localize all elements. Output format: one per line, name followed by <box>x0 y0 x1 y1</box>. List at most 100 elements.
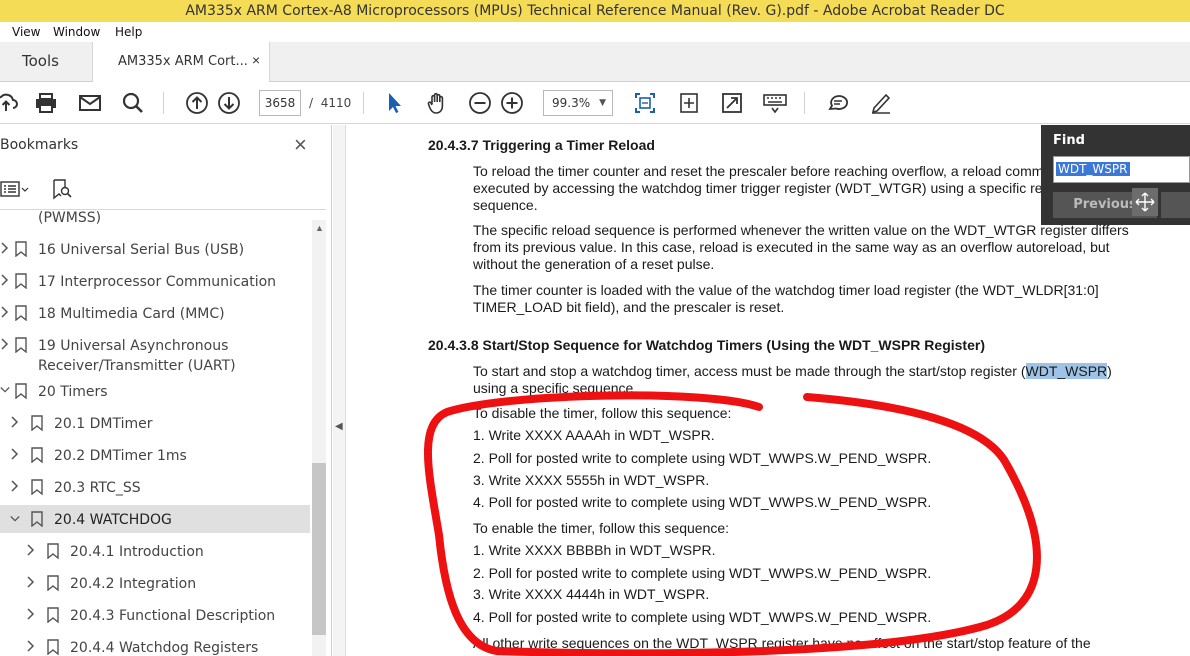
bookmark-item-functional-description[interactable]: 20.4.3 Functional Description <box>0 602 310 628</box>
bookmark-label: 20.4.1 Introduction <box>70 544 204 560</box>
bookmark-item-rtc-ss[interactable]: 20.3 RTC_SS <box>0 474 310 500</box>
find-title: Find <box>1053 133 1085 148</box>
bookmark-item-integration[interactable]: 20.4.2 Integration <box>0 570 310 596</box>
page-total: / 4110 <box>309 96 351 110</box>
bookmark-label: 20.4 WATCHDOG <box>54 512 172 528</box>
fullscreen-icon[interactable] <box>720 91 744 115</box>
zoom-select[interactable]: 99.3% ▼ <box>543 90 613 116</box>
find-input[interactable]: WDT_WSPR <box>1053 156 1190 183</box>
tab-document-label: AM335x ARM Cort... <box>118 54 248 69</box>
chevron-right-icon[interactable] <box>26 576 36 588</box>
bookmark-item-timers[interactable]: 20 Timers <box>0 378 310 404</box>
bookmarks-panel: Bookmarks × (PWMSS) 16 Universal Serial … <box>0 125 332 656</box>
bookmark-icon <box>47 607 59 623</box>
fit-page-icon[interactable] <box>633 91 657 115</box>
bookmark-item-ipc[interactable]: 17 Interprocessor Communication <box>0 268 310 294</box>
bookmark-icon <box>15 383 27 399</box>
tab-close-icon[interactable]: × <box>252 52 260 68</box>
bookmark-label: 20 Timers <box>38 384 108 400</box>
bookmark-label: (PWMSS) <box>38 210 102 226</box>
close-icon[interactable]: × <box>294 134 307 156</box>
chevron-right-icon[interactable] <box>0 274 10 286</box>
hand-icon[interactable] <box>425 91 449 115</box>
search-icon[interactable] <box>121 91 145 115</box>
menu-window[interactable]: Window <box>53 25 100 39</box>
print-icon[interactable] <box>34 91 58 115</box>
zoom-out-icon[interactable] <box>468 91 492 115</box>
keyboard-icon[interactable] <box>763 91 787 115</box>
find-bookmark-icon[interactable] <box>51 178 73 200</box>
bookmark-label: 20.3 RTC_SS <box>54 480 141 496</box>
bookmark-icon <box>15 305 27 321</box>
chevron-up-icon[interactable]: ▲ <box>315 223 324 233</box>
toolbar-divider <box>363 92 364 114</box>
move-cursor-icon <box>1132 188 1158 216</box>
page-number-input[interactable]: 3658 <box>259 90 301 116</box>
chevron-right-icon[interactable] <box>10 448 20 460</box>
chevron-right-icon[interactable] <box>26 640 36 652</box>
bookmark-icon <box>47 639 59 655</box>
bookmark-item-watchdog-registers[interactable]: 20.4.4 Watchdog Registers <box>0 634 310 656</box>
bookmark-label-line2: Receiver/Transmitter (UART) <box>38 358 236 374</box>
bookmark-item-mmc[interactable]: 18 Multimedia Card (MMC) <box>0 300 310 326</box>
tab-bar: Tools AM335x ARM Cort... × <box>0 42 1190 82</box>
bookmark-icon <box>15 337 27 353</box>
chevron-right-icon[interactable] <box>26 544 36 556</box>
sign-icon[interactable] <box>869 91 893 115</box>
bookmark-item-watchdog[interactable]: 20.4 WATCHDOG <box>0 505 310 533</box>
bookmark-label: 20.4.4 Watchdog Registers <box>70 640 259 656</box>
page-up-icon[interactable] <box>185 91 209 115</box>
page-separator: / <box>309 96 314 110</box>
find-panel: Find WDT_WSPR Previous <box>1041 125 1190 225</box>
page-total-count: 4110 <box>320 96 352 110</box>
tab-tools[interactable]: Tools <box>22 52 59 70</box>
bookmark-item-uart[interactable]: 19 Universal Asynchronous Receiver/Trans… <box>0 332 310 376</box>
acrobat-window: AM335x ARM Cortex-A8 Microprocessors (MP… <box>0 0 1190 656</box>
rotate-icon[interactable] <box>677 91 701 115</box>
tab-document[interactable]: AM335x ARM Cort... × <box>92 42 270 82</box>
find-next-button[interactable] <box>1161 192 1190 218</box>
menu-view[interactable]: View <box>12 25 40 39</box>
bookmark-icon <box>31 511 43 527</box>
bookmark-icon <box>15 273 27 289</box>
chevron-right-icon[interactable] <box>26 608 36 620</box>
bookmark-options-icon[interactable] <box>0 179 30 199</box>
bookmark-icon <box>47 543 59 559</box>
bookmark-item-usb[interactable]: 16 Universal Serial Bus (USB) <box>0 236 310 262</box>
bookmark-label: 17 Interprocessor Communication <box>38 274 277 290</box>
menu-help[interactable]: Help <box>115 25 142 39</box>
mail-icon[interactable] <box>78 91 102 115</box>
window-title: AM335x ARM Cortex-A8 Microprocessors (MP… <box>0 0 1190 22</box>
bookmark-item-dmtimer-1ms[interactable]: 20.2 DMTimer 1ms <box>0 442 310 468</box>
bookmarks-title: Bookmarks <box>0 137 79 153</box>
page-down-icon[interactable] <box>217 91 241 115</box>
chevron-right-icon[interactable] <box>10 480 20 492</box>
panel-collapse-handle[interactable]: ◀ <box>333 125 346 656</box>
bookmark-icon <box>31 415 43 431</box>
bookmarks-toolbar <box>0 175 332 205</box>
chevron-right-icon[interactable] <box>0 242 10 254</box>
chevron-down-icon[interactable] <box>10 513 20 525</box>
bookmark-label: 19 Universal Asynchronous <box>38 338 229 354</box>
zoom-in-icon[interactable] <box>500 91 524 115</box>
bookmark-label: 20.4.2 Integration <box>70 576 197 592</box>
chevron-right-icon[interactable] <box>0 306 10 318</box>
bookmark-item-introduction[interactable]: 20.4.1 Introduction <box>0 538 310 564</box>
chevron-left-icon[interactable]: ◀ <box>335 421 343 432</box>
comment-icon[interactable] <box>826 91 850 115</box>
chevron-right-icon[interactable] <box>10 416 20 428</box>
bookmark-label: 20.2 DMTimer 1ms <box>54 448 187 464</box>
upload-icon[interactable] <box>0 91 18 115</box>
chevron-down-icon[interactable] <box>0 384 10 396</box>
bookmark-icon <box>47 575 59 591</box>
bookmark-label: 16 Universal Serial Bus (USB) <box>38 242 245 258</box>
bookmark-item[interactable]: (PWMSS) <box>0 210 310 230</box>
bookmarks-scroll-thumb[interactable] <box>312 463 326 635</box>
bookmark-label: 20.1 DMTimer <box>54 416 153 432</box>
toolbar: 3658 / 4110 99.3% ▼ <box>0 82 1190 124</box>
bookmark-item-dmtimer[interactable]: 20.1 DMTimer <box>0 410 310 436</box>
zoom-value: 99.3% <box>552 96 591 110</box>
select-cursor-icon[interactable] <box>382 91 406 115</box>
chevron-right-icon[interactable] <box>0 338 10 350</box>
find-query: WDT_WSPR <box>1056 162 1130 176</box>
